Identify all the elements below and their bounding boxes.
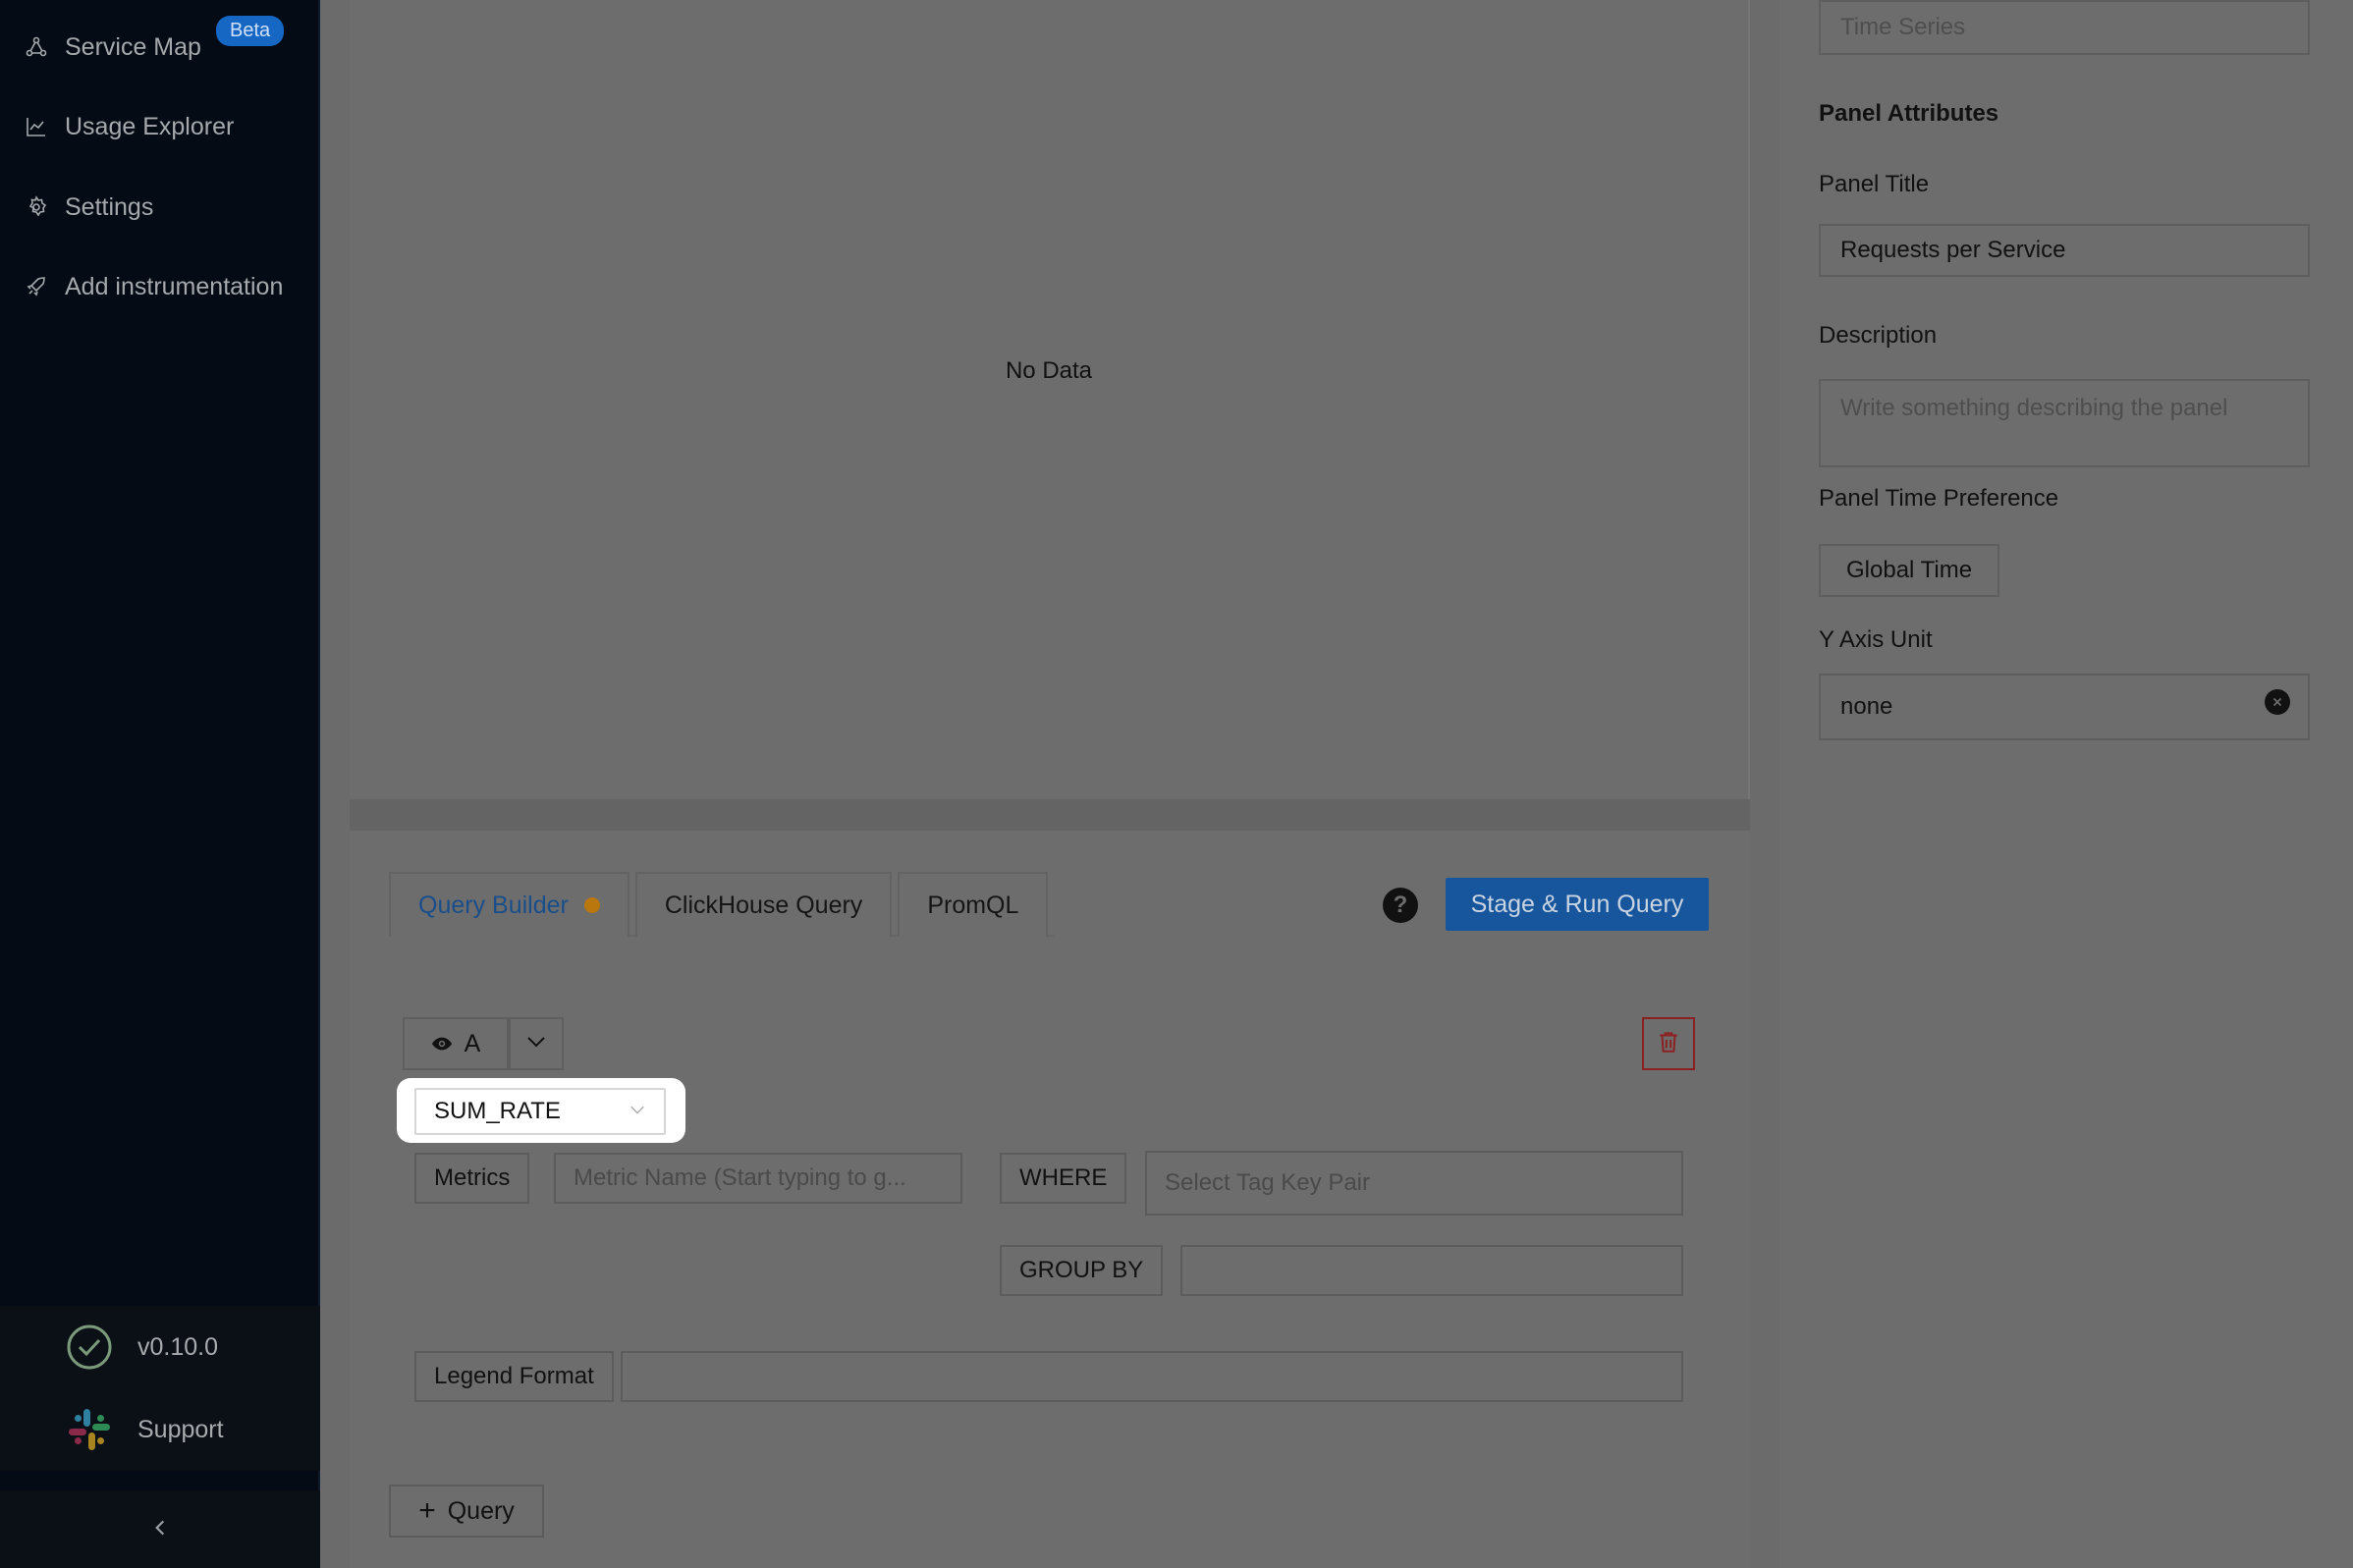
tab-label: PromQL: [927, 891, 1019, 919]
support-link[interactable]: Support: [0, 1388, 320, 1471]
tab-clickhouse-query[interactable]: ClickHouse Query: [634, 872, 893, 937]
sidebar-item-add-instrumentation[interactable]: Add instrumentation: [24, 267, 283, 306]
sidebar: Service Map Beta Usage Explorer Settings…: [0, 0, 320, 1568]
sidebar-item-label: Service Map: [65, 32, 201, 61]
version-status[interactable]: v0.10.0: [0, 1306, 320, 1388]
query-visibility-toggle[interactable]: A: [403, 1017, 509, 1070]
add-query-label: Query: [447, 1496, 515, 1525]
panel-attributes-heading: Panel Attributes: [1819, 100, 1999, 127]
help-icon[interactable]: ?: [1383, 888, 1418, 923]
aggregation-value: SUM_RATE: [434, 1098, 561, 1124]
graph-panel: No Data: [350, 0, 1750, 799]
support-label: Support: [137, 1415, 224, 1443]
eye-icon: [431, 1033, 453, 1054]
tab-label: Query Builder: [418, 891, 569, 919]
chevron-down-icon: [524, 1030, 548, 1058]
query-name: A: [464, 1029, 481, 1057]
panel-title-input[interactable]: Requests per Service: [1819, 224, 2310, 277]
version-label: v0.10.0: [137, 1332, 219, 1361]
sidebar-item-label: Settings: [65, 192, 154, 221]
aggregation-select[interactable]: SUM_RATE: [414, 1088, 666, 1135]
sidebar-item-usage-explorer[interactable]: Usage Explorer: [24, 107, 234, 146]
gear-icon: [24, 194, 49, 220]
stage-run-query-button[interactable]: Stage & Run Query: [1446, 878, 1709, 931]
description-textarea[interactable]: Write something describing the panel: [1819, 379, 2310, 467]
panel-settings: Time Series Panel Attributes Panel Title…: [1779, 0, 2353, 1568]
tab-label: ClickHouse Query: [664, 891, 863, 919]
chevron-left-icon: [149, 1513, 171, 1546]
group-by-label: GROUP BY: [1000, 1245, 1164, 1296]
service-map-icon: [24, 34, 49, 60]
sidebar-item-label: Usage Explorer: [65, 112, 235, 140]
add-query-button[interactable]: + Query: [389, 1485, 544, 1538]
collapse-sidebar-button[interactable]: [0, 1490, 320, 1568]
line-chart-icon: [24, 114, 49, 139]
query-expand-button[interactable]: [509, 1017, 564, 1070]
where-label: WHERE: [1000, 1153, 1127, 1204]
query-tabs: Query Builder ClickHouse Query PromQL: [389, 872, 1055, 937]
tab-query-builder[interactable]: Query Builder: [389, 872, 629, 937]
time-preference-label: Panel Time Preference: [1819, 485, 2059, 512]
sidebar-item-service-map[interactable]: Service Map: [24, 27, 201, 67]
tag-key-pair-input[interactable]: Select Tag Key Pair: [1145, 1151, 1683, 1216]
clear-icon[interactable]: [2265, 689, 2290, 715]
metric-name-input[interactable]: Metric Name (Start typing to g...: [554, 1153, 962, 1204]
panel-type-select[interactable]: Time Series: [1819, 0, 2310, 55]
beta-badge: Beta: [216, 16, 285, 46]
delete-query-button[interactable]: [1642, 1017, 1695, 1070]
legend-format-label: Legend Format: [414, 1351, 614, 1402]
divider: [350, 799, 1750, 831]
tab-promql[interactable]: PromQL: [898, 872, 1049, 937]
query-section: Query Builder ClickHouse Query PromQL ? …: [350, 831, 1750, 1568]
metrics-label: Metrics: [414, 1153, 530, 1204]
panel-title-label: Panel Title: [1819, 171, 1930, 197]
chevron-down-icon: [629, 1098, 646, 1125]
sidebar-item-label: Add instrumentation: [65, 272, 284, 300]
y-axis-unit-select[interactable]: none: [1819, 674, 2310, 740]
sidebar-item-settings[interactable]: Settings: [24, 188, 153, 227]
unsaved-dot: [583, 897, 600, 913]
y-axis-unit-value: none: [1840, 693, 1893, 720]
legend-format-input[interactable]: [621, 1351, 1683, 1402]
rocket-icon: [24, 274, 49, 299]
description-label: Description: [1819, 322, 1938, 349]
plus-icon: +: [418, 1494, 436, 1527]
no-data-message: No Data: [1005, 357, 1093, 384]
slack-icon: [65, 1405, 114, 1454]
time-preference-button[interactable]: Global Time: [1819, 544, 2000, 597]
y-axis-unit-label: Y Axis Unit: [1819, 626, 1933, 653]
group-by-input[interactable]: [1180, 1245, 1683, 1296]
check-circle-icon: [65, 1323, 114, 1372]
trash-icon: [1656, 1029, 1681, 1059]
